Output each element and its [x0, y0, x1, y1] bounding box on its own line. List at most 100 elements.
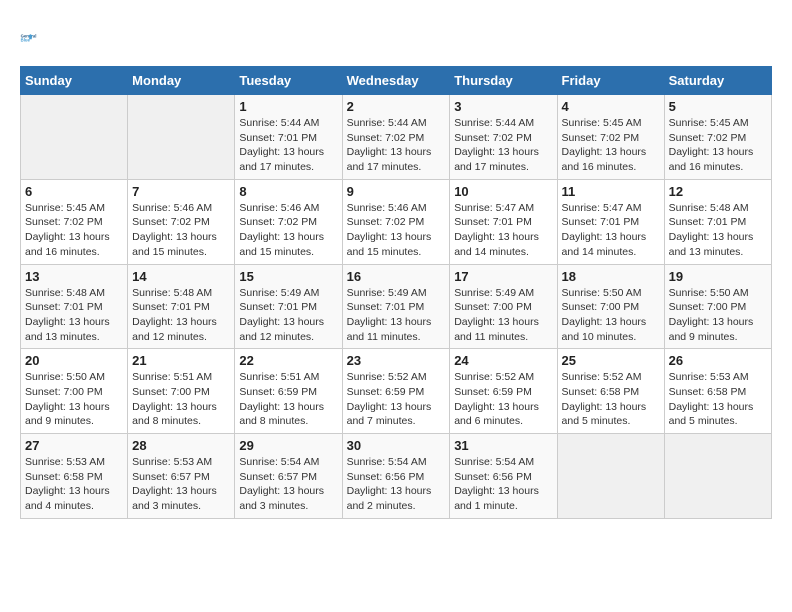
day-cell: 12Sunrise: 5:48 AM Sunset: 7:01 PM Dayli… [664, 179, 771, 264]
day-number: 12 [669, 184, 767, 199]
day-number: 4 [562, 99, 660, 114]
week-row-5: 27 Sunrise: 5:53 AM Sunset: 6:58 PM Dayli… [21, 434, 772, 519]
day-cell: 18 Sunrise: 5:50 AM Sunset: 7:00 PM Dayli… [557, 264, 664, 349]
day-info: Sunrise: 5:51 AM Sunset: 7:00 PM Dayligh… [132, 370, 230, 429]
day-info: Sunrise: 5:46 AM Sunset: 7:02 PM Dayligh… [239, 201, 337, 260]
week-row-1: 1 Sunrise: 5:44 AM Sunset: 7:01 PM Daylig… [21, 95, 772, 180]
header-monday: Monday [128, 67, 235, 95]
day-info: Sunrise: 5:50 AM Sunset: 7:00 PM Dayligh… [562, 286, 660, 345]
day-cell: 23Sunrise: 5:52 AM Sunset: 6:59 PM Dayli… [342, 349, 450, 434]
day-number: 9 [347, 184, 446, 199]
day-cell: 9 Sunrise: 5:46 AM Sunset: 7:02 PM Daylig… [342, 179, 450, 264]
day-info: Sunrise: 5:53 AM Sunset: 6:58 PM Dayligh… [669, 370, 767, 429]
day-number: 1 [239, 99, 337, 114]
day-number: 18 [562, 269, 660, 284]
day-number: 17 [454, 269, 552, 284]
day-number: 19 [669, 269, 767, 284]
week-row-2: 6Sunrise: 5:45 AM Sunset: 7:02 PM Daylig… [21, 179, 772, 264]
day-number: 11 [562, 184, 660, 199]
day-info: Sunrise: 5:52 AM Sunset: 6:58 PM Dayligh… [562, 370, 660, 429]
header-row: SundayMondayTuesdayWednesdayThursdayFrid… [21, 67, 772, 95]
day-info: Sunrise: 5:53 AM Sunset: 6:57 PM Dayligh… [132, 455, 230, 514]
day-info: Sunrise: 5:47 AM Sunset: 7:01 PM Dayligh… [562, 201, 660, 260]
day-number: 24 [454, 353, 552, 368]
day-info: Sunrise: 5:50 AM Sunset: 7:00 PM Dayligh… [25, 370, 123, 429]
day-number: 7 [132, 184, 230, 199]
day-cell [21, 95, 128, 180]
day-cell: 14 Sunrise: 5:48 AM Sunset: 7:01 PM Dayli… [128, 264, 235, 349]
day-info: Sunrise: 5:44 AM Sunset: 7:01 PM Dayligh… [239, 116, 337, 175]
calendar-body: 1 Sunrise: 5:44 AM Sunset: 7:01 PM Daylig… [21, 95, 772, 519]
day-cell: 5 Sunrise: 5:45 AM Sunset: 7:02 PM Daylig… [664, 95, 771, 180]
week-row-4: 20 Sunrise: 5:50 AM Sunset: 7:00 PM Dayli… [21, 349, 772, 434]
day-cell: 3Sunrise: 5:44 AM Sunset: 7:02 PM Daylig… [450, 95, 557, 180]
day-info: Sunrise: 5:44 AM Sunset: 7:02 PM Dayligh… [347, 116, 446, 175]
day-cell: 16 Sunrise: 5:49 AM Sunset: 7:01 PM Dayli… [342, 264, 450, 349]
day-cell: 11 Sunrise: 5:47 AM Sunset: 7:01 PM Dayli… [557, 179, 664, 264]
day-info: Sunrise: 5:45 AM Sunset: 7:02 PM Dayligh… [25, 201, 123, 260]
page-header: General Blue [20, 20, 772, 56]
header-thursday: Thursday [450, 67, 557, 95]
day-cell: 19 Sunrise: 5:50 AM Sunset: 7:00 PM Dayli… [664, 264, 771, 349]
day-number: 21 [132, 353, 230, 368]
day-cell: 21 Sunrise: 5:51 AM Sunset: 7:00 PM Dayli… [128, 349, 235, 434]
day-cell: 7 Sunrise: 5:46 AM Sunset: 7:02 PM Daylig… [128, 179, 235, 264]
day-number: 20 [25, 353, 123, 368]
day-number: 2 [347, 99, 446, 114]
header-saturday: Saturday [664, 67, 771, 95]
day-info: Sunrise: 5:51 AM Sunset: 6:59 PM Dayligh… [239, 370, 337, 429]
day-cell: 15Sunrise: 5:49 AM Sunset: 7:01 PM Dayli… [235, 264, 342, 349]
day-cell: 20 Sunrise: 5:50 AM Sunset: 7:00 PM Dayli… [21, 349, 128, 434]
day-info: Sunrise: 5:45 AM Sunset: 7:02 PM Dayligh… [669, 116, 767, 175]
day-cell: 17 Sunrise: 5:49 AM Sunset: 7:00 PM Dayli… [450, 264, 557, 349]
day-cell: 8 Sunrise: 5:46 AM Sunset: 7:02 PM Daylig… [235, 179, 342, 264]
day-cell: 31Sunrise: 5:54 AM Sunset: 6:56 PM Dayli… [450, 434, 557, 519]
day-number: 16 [347, 269, 446, 284]
day-number: 27 [25, 438, 123, 453]
day-info: Sunrise: 5:50 AM Sunset: 7:00 PM Dayligh… [669, 286, 767, 345]
day-info: Sunrise: 5:48 AM Sunset: 7:01 PM Dayligh… [132, 286, 230, 345]
day-cell [557, 434, 664, 519]
day-info: Sunrise: 5:44 AM Sunset: 7:02 PM Dayligh… [454, 116, 552, 175]
header-friday: Friday [557, 67, 664, 95]
day-info: Sunrise: 5:52 AM Sunset: 6:59 PM Dayligh… [454, 370, 552, 429]
header-wednesday: Wednesday [342, 67, 450, 95]
day-info: Sunrise: 5:47 AM Sunset: 7:01 PM Dayligh… [454, 201, 552, 260]
day-info: Sunrise: 5:46 AM Sunset: 7:02 PM Dayligh… [347, 201, 446, 260]
day-number: 8 [239, 184, 337, 199]
day-cell [664, 434, 771, 519]
day-info: Sunrise: 5:54 AM Sunset: 6:56 PM Dayligh… [347, 455, 446, 514]
day-cell: 27 Sunrise: 5:53 AM Sunset: 6:58 PM Dayli… [21, 434, 128, 519]
day-cell: 4Sunrise: 5:45 AM Sunset: 7:02 PM Daylig… [557, 95, 664, 180]
day-number: 29 [239, 438, 337, 453]
calendar-header: SundayMondayTuesdayWednesdayThursdayFrid… [21, 67, 772, 95]
day-info: Sunrise: 5:54 AM Sunset: 6:56 PM Dayligh… [454, 455, 552, 514]
day-info: Sunrise: 5:53 AM Sunset: 6:58 PM Dayligh… [25, 455, 123, 514]
day-cell: 13Sunrise: 5:48 AM Sunset: 7:01 PM Dayli… [21, 264, 128, 349]
day-cell: 1 Sunrise: 5:44 AM Sunset: 7:01 PM Daylig… [235, 95, 342, 180]
day-number: 14 [132, 269, 230, 284]
day-cell: 30Sunrise: 5:54 AM Sunset: 6:56 PM Dayli… [342, 434, 450, 519]
day-number: 13 [25, 269, 123, 284]
day-cell: 6Sunrise: 5:45 AM Sunset: 7:02 PM Daylig… [21, 179, 128, 264]
day-number: 5 [669, 99, 767, 114]
logo-icon: General Blue [20, 20, 56, 56]
day-cell: 22 Sunrise: 5:51 AM Sunset: 6:59 PM Dayli… [235, 349, 342, 434]
day-cell: 26 Sunrise: 5:53 AM Sunset: 6:58 PM Dayli… [664, 349, 771, 434]
day-info: Sunrise: 5:49 AM Sunset: 7:01 PM Dayligh… [347, 286, 446, 345]
day-info: Sunrise: 5:54 AM Sunset: 6:57 PM Dayligh… [239, 455, 337, 514]
day-info: Sunrise: 5:49 AM Sunset: 7:01 PM Dayligh… [239, 286, 337, 345]
day-number: 25 [562, 353, 660, 368]
header-tuesday: Tuesday [235, 67, 342, 95]
day-cell [128, 95, 235, 180]
day-number: 28 [132, 438, 230, 453]
logo: General Blue [20, 20, 60, 56]
week-row-3: 13 Sunrise: 5:48 AM Sunset: 7:01 PM Dayli… [21, 264, 772, 349]
day-cell: 29 Sunrise: 5:54 AM Sunset: 6:57 PM Dayli… [235, 434, 342, 519]
day-cell: 24 Sunrise: 5:52 AM Sunset: 6:59 PM Dayli… [450, 349, 557, 434]
day-cell: 28 Sunrise: 5:53 AM Sunset: 6:57 PM Dayli… [128, 434, 235, 519]
day-number: 22 [239, 353, 337, 368]
day-info: Sunrise: 5:49 AM Sunset: 7:00 PM Dayligh… [454, 286, 552, 345]
day-info: Sunrise: 5:46 AM Sunset: 7:02 PM Dayligh… [132, 201, 230, 260]
day-number: 26 [669, 353, 767, 368]
